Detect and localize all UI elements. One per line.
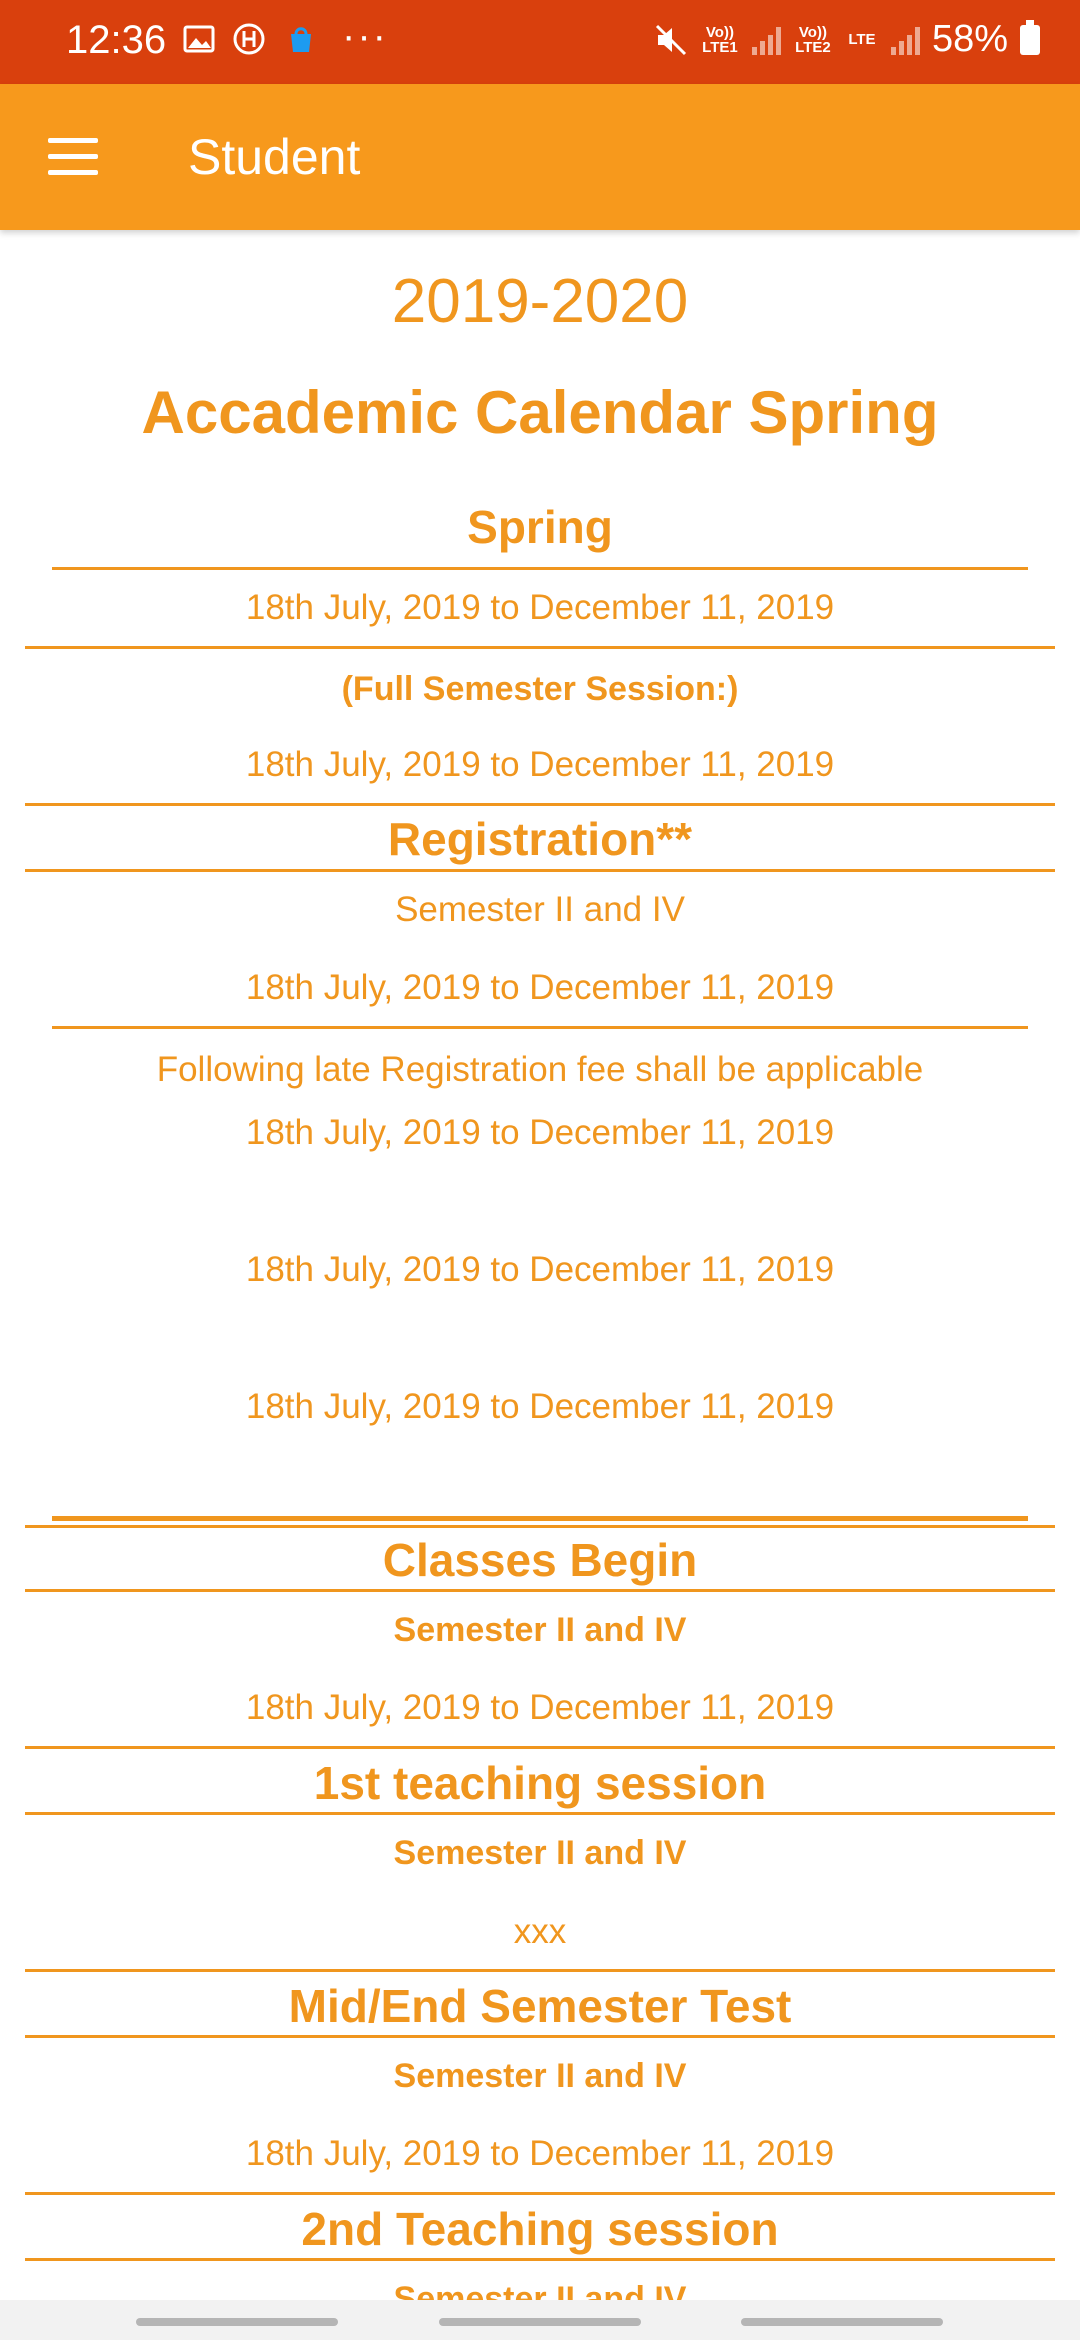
h-app-icon <box>233 23 265 55</box>
late-fee-date-2: 18th July, 2019 to December 11, 2019 <box>245 1250 835 1289</box>
divider <box>25 646 1055 649</box>
mid-end-test-date: 18th July, 2019 to December 11, 2019 <box>245 2134 835 2173</box>
divider <box>52 567 1028 570</box>
calendar-year: 2019-2020 <box>391 267 689 336</box>
divider <box>25 2192 1055 2195</box>
divider <box>25 1812 1055 1815</box>
app-bar: Student <box>0 84 1080 230</box>
status-time: 12:36 <box>66 18 167 62</box>
divider <box>25 2258 1055 2261</box>
nav-home-handle[interactable] <box>439 2318 641 2326</box>
signal-strength-icon-1 <box>751 25 781 55</box>
classes-begin-semester: Semester II and IV <box>393 1611 687 1649</box>
nav-back-handle[interactable] <box>136 2318 338 2326</box>
full-session-label: (Full Semester Session:) <box>341 670 739 708</box>
registration-semester: Semester II and IV <box>395 890 685 929</box>
status-bar: 12:36 ··· Vo)) LTE1 Vo)) LTE2 LTE 58% <box>0 0 1080 84</box>
classes-begin-heading: Classes Begin <box>382 1534 698 1586</box>
late-fee-date-1: 18th July, 2019 to December 11, 2019 <box>245 1113 835 1152</box>
classes-begin-date: 18th July, 2019 to December 11, 2019 <box>245 1688 835 1727</box>
mute-icon <box>655 24 686 55</box>
registration-date: 18th July, 2019 to December 11, 2019 <box>245 968 835 1007</box>
mid-end-test-heading: Mid/End Semester Test <box>288 1980 792 2032</box>
calendar-title: Accademic Calendar Spring <box>141 379 939 446</box>
full-session-date: 18th July, 2019 to December 11, 2019 <box>245 745 835 784</box>
first-teaching-heading: 1st teaching session <box>313 1757 767 1809</box>
lte-label: LTE <box>848 31 876 48</box>
divider <box>25 1525 1055 1528</box>
divider <box>25 1746 1055 1749</box>
app-bar-title: Student <box>188 129 361 185</box>
signal-strength-icon-2 <box>890 25 920 55</box>
gallery-icon <box>183 25 215 53</box>
first-teaching-semester: Semester II and IV <box>393 1834 687 1872</box>
bag-notification-icon <box>291 27 311 52</box>
mid-end-test-semester: Semester II and IV <box>393 2057 687 2095</box>
nav-recents-handle[interactable] <box>741 2318 943 2326</box>
spring-date: 18th July, 2019 to December 11, 2019 <box>245 588 835 627</box>
sim2-label: Vo)) LTE2 <box>795 23 831 56</box>
divider <box>52 1516 1028 1521</box>
hamburger-menu-icon[interactable] <box>48 138 98 176</box>
registration-heading: Registration** <box>387 813 693 865</box>
divider <box>25 803 1055 806</box>
sim1-label: Vo)) LTE1 <box>702 23 738 56</box>
battery-percent: 58% <box>931 18 1008 60</box>
status-right-group: Vo)) LTE1 Vo)) LTE2 LTE 58% <box>654 18 1040 61</box>
divider <box>25 1969 1055 1972</box>
late-fee-date-3: 18th July, 2019 to December 11, 2019 <box>245 1387 835 1426</box>
spring-heading: Spring <box>467 501 613 553</box>
divider <box>25 2035 1055 2038</box>
late-fee-note: Following late Registration fee shall be… <box>156 1050 924 1089</box>
divider <box>25 869 1055 872</box>
battery-icon <box>1020 19 1040 55</box>
first-teaching-date: xxx <box>513 1912 567 1951</box>
divider <box>25 1589 1055 1592</box>
gesture-navigation-bar <box>0 2300 1080 2340</box>
more-notifications-dots: ··· <box>342 14 388 58</box>
second-teaching-heading: 2nd Teaching session <box>301 2203 779 2255</box>
divider <box>52 1026 1028 1029</box>
